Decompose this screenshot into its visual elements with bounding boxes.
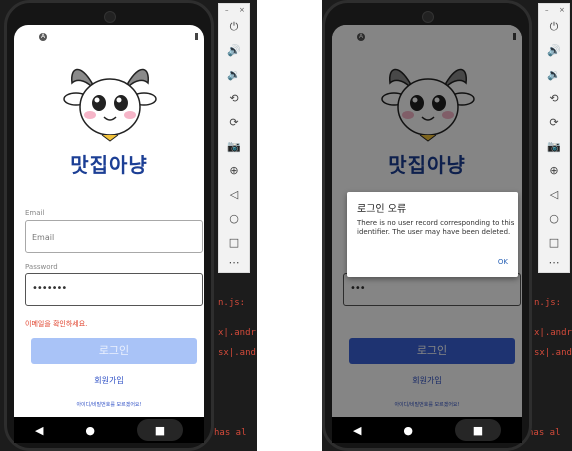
camera-icon[interactable]: 📷 xyxy=(219,140,249,153)
more-icon[interactable]: ⋯ xyxy=(219,256,249,269)
back-icon[interactable]: ◀ xyxy=(35,424,43,437)
minimize-button[interactable]: – xyxy=(225,6,229,14)
phone-frame: A 맛집아냥 Email Email Password ••••••• 이메일을… xyxy=(4,0,214,451)
rotate-left-icon[interactable]: ⟲ xyxy=(539,92,569,105)
rotate-left-icon[interactable]: ⟲ xyxy=(219,92,249,105)
emulator-toolbar: – × ⏻ 🔊 🔉 ⟲ ⟳ 📷 ⊕ ◁ ○ □ ⋯ xyxy=(538,3,570,273)
back-icon[interactable]: ◁ xyxy=(539,188,569,201)
volume-down-icon[interactable]: 🔉 xyxy=(219,68,249,81)
nav-bar: ◀ ● ■ xyxy=(14,417,204,443)
home-icon[interactable]: ○ xyxy=(219,212,249,225)
dialog-title: 로그인 오류 xyxy=(357,204,407,215)
volume-up-icon[interactable]: 🔊 xyxy=(219,44,249,57)
volume-up-icon[interactable]: 🔊 xyxy=(539,44,569,57)
rotate-right-icon[interactable]: ⟳ xyxy=(539,116,569,129)
email-label: Email xyxy=(25,209,45,217)
power-icon[interactable]: ⏻ xyxy=(539,20,569,34)
camera-icon[interactable]: 📷 xyxy=(539,140,569,153)
power-icon[interactable]: ⏻ xyxy=(219,20,249,34)
signup-link[interactable]: 회원가입 xyxy=(14,375,204,386)
terminal-line: sx|.andr xyxy=(218,348,257,358)
minimize-button[interactable]: – xyxy=(545,6,549,14)
overview-icon[interactable]: □ xyxy=(539,236,569,249)
zoom-icon[interactable]: ⊕ xyxy=(539,164,569,177)
terminal-line: sx|.andr xyxy=(534,348,572,358)
overview-icon[interactable]: ■ xyxy=(455,419,501,441)
terminal-line: has al xyxy=(528,428,561,438)
terminal-line: x|.andro xyxy=(534,328,572,338)
goat-logo xyxy=(63,68,157,142)
terminal-line: n.js: xyxy=(534,298,562,308)
brand-title: 맛집아냥 xyxy=(70,153,148,177)
home-icon[interactable]: ○ xyxy=(539,212,569,225)
camera-icon xyxy=(104,11,116,23)
battery-icon xyxy=(195,33,198,40)
forgot-link[interactable]: 아이디/비밀번호를 모르겠어요! xyxy=(14,401,204,408)
status-icon: A xyxy=(39,33,47,41)
overview-icon[interactable]: □ xyxy=(219,236,249,249)
camera-icon xyxy=(422,11,434,23)
dialog-message: There is no user record corresponding to… xyxy=(357,219,515,236)
emulator-pane-right: n.js: x|.andro sx|.andr has al A xyxy=(322,0,572,451)
home-icon[interactable]: ● xyxy=(85,424,95,437)
app-screen: A 맛집아냥 ••• 로그인 회원가입 아이디/비밀번호를 모르겠어요! 로그인… xyxy=(332,25,522,417)
zoom-icon[interactable]: ⊕ xyxy=(219,164,249,177)
error-message: 이메일을 확인하세요. xyxy=(25,320,88,328)
app-screen: A 맛집아냥 Email Email Password ••••••• 이메일을… xyxy=(14,25,204,417)
terminal-line: x|.andr xyxy=(218,328,256,338)
password-label: Password xyxy=(25,263,58,271)
emulator-pane-left: n.js: x|.andr sx|.andr has al A xyxy=(0,0,257,451)
volume-down-icon[interactable]: 🔉 xyxy=(539,68,569,81)
more-icon[interactable]: ⋯ xyxy=(539,256,569,269)
phone-frame: A 맛집아냥 ••• 로그인 회원가입 아이디/비밀번호를 모르겠어요! 로그인… xyxy=(322,0,532,451)
email-field[interactable]: Email xyxy=(25,220,203,253)
password-field[interactable]: ••••••• xyxy=(25,273,203,306)
overview-icon[interactable]: ■ xyxy=(137,419,183,441)
rotate-right-icon[interactable]: ⟳ xyxy=(219,116,249,129)
close-button[interactable]: × xyxy=(239,6,245,14)
back-icon[interactable]: ◀ xyxy=(353,424,361,437)
close-button[interactable]: × xyxy=(559,6,565,14)
back-icon[interactable]: ◁ xyxy=(219,188,249,201)
emulator-toolbar: – × ⏻ 🔊 🔉 ⟲ ⟳ 📷 ⊕ ◁ ○ □ ⋯ xyxy=(218,3,250,273)
gap xyxy=(257,0,322,451)
terminal-line: has al xyxy=(214,428,247,438)
login-error-dialog: 로그인 오류 There is no user record correspon… xyxy=(347,192,518,277)
nav-bar: ◀ ● ■ xyxy=(332,417,522,443)
dialog-ok-button[interactable]: OK xyxy=(498,258,508,266)
terminal-line: n.js: xyxy=(218,298,246,308)
login-button[interactable]: 로그인 xyxy=(31,338,197,364)
home-icon[interactable]: ● xyxy=(403,424,413,437)
